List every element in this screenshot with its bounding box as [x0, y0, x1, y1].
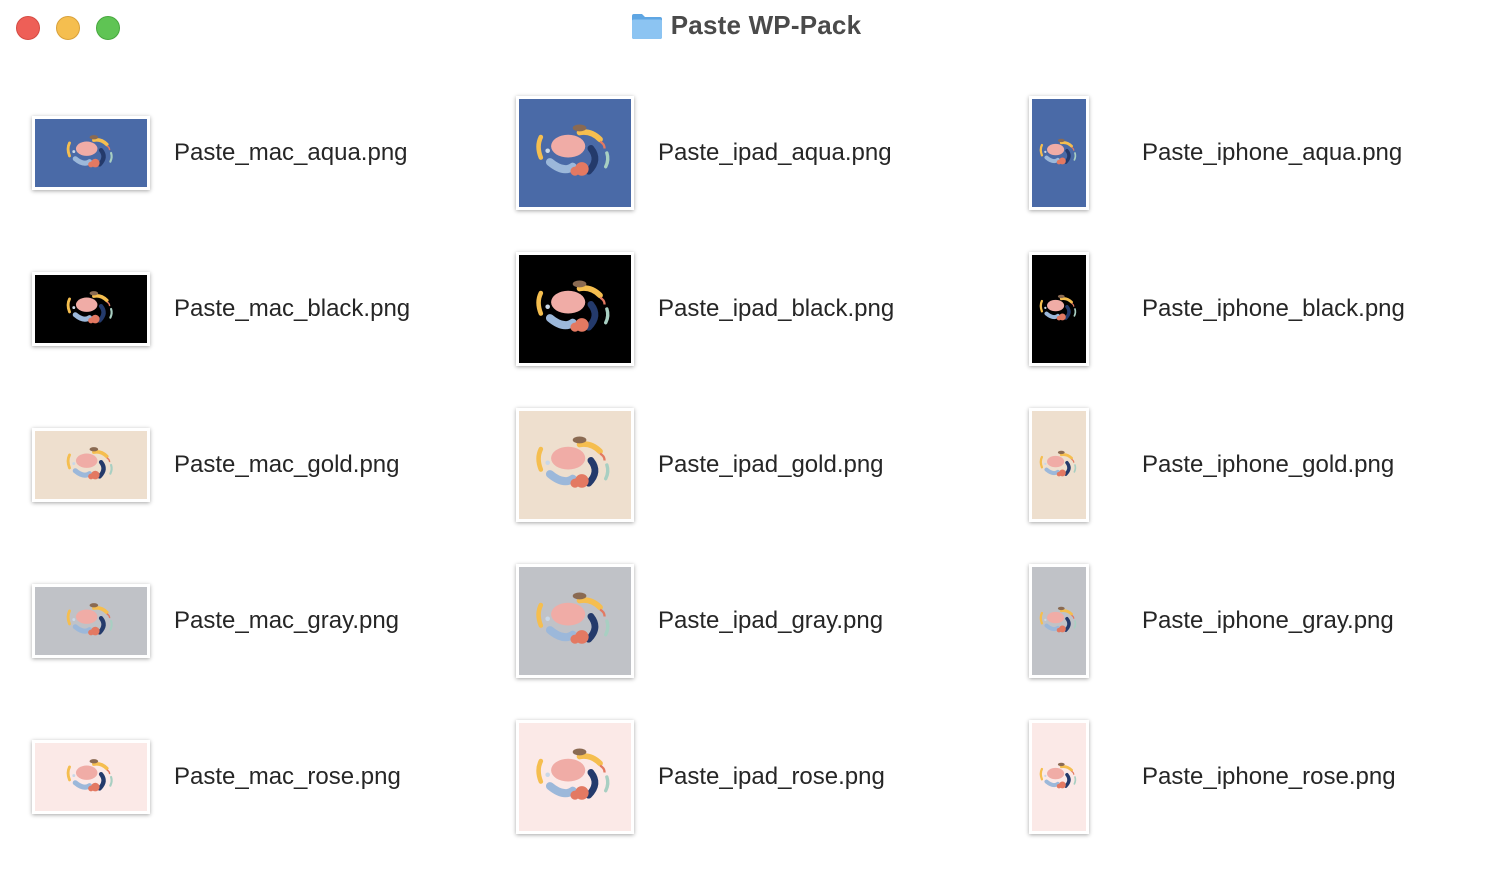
file-name[interactable]: Paste_mac_gray.png — [174, 607, 399, 635]
file-item[interactable]: Paste_mac_black.png — [32, 249, 474, 369]
file-thumbnail[interactable] — [32, 740, 150, 814]
file-thumbnail[interactable] — [1029, 564, 1089, 678]
file-thumbnail[interactable] — [1029, 252, 1089, 366]
file-name[interactable]: Paste_ipad_gray.png — [658, 607, 883, 635]
file-item[interactable]: Paste_ipad_gold.png — [516, 405, 958, 525]
file-thumbnail[interactable] — [1029, 720, 1089, 834]
file-item[interactable]: Paste_mac_aqua.png — [32, 93, 474, 213]
file-name[interactable]: Paste_iphone_gold.png — [1142, 451, 1394, 479]
file-thumbnail[interactable] — [1029, 408, 1089, 522]
file-name[interactable]: Paste_ipad_rose.png — [658, 763, 885, 791]
file-item[interactable]: Paste_iphone_aqua.png — [1029, 93, 1442, 213]
file-item[interactable]: Paste_ipad_black.png — [516, 249, 958, 369]
file-name[interactable]: Paste_mac_rose.png — [174, 763, 401, 791]
file-name[interactable]: Paste_ipad_gold.png — [658, 451, 884, 479]
file-thumbnail[interactable] — [32, 428, 150, 502]
file-name[interactable]: Paste_ipad_aqua.png — [658, 139, 892, 167]
file-item[interactable]: Paste_ipad_gray.png — [516, 561, 958, 681]
file-item[interactable]: Paste_ipad_rose.png — [516, 717, 958, 837]
file-thumbnail[interactable] — [32, 584, 150, 658]
file-item[interactable]: Paste_mac_gray.png — [32, 561, 474, 681]
file-name[interactable]: Paste_ipad_black.png — [658, 295, 894, 323]
file-thumbnail[interactable] — [516, 564, 634, 678]
file-thumbnail[interactable] — [516, 252, 634, 366]
file-thumbnail[interactable] — [516, 408, 634, 522]
file-name[interactable]: Paste_mac_aqua.png — [174, 139, 408, 167]
file-icon-grid: Paste_mac_aqua.png Paste_ipad_aqua.png P… — [0, 0, 1492, 878]
file-thumbnail[interactable] — [1029, 96, 1089, 210]
file-thumbnail[interactable] — [32, 116, 150, 190]
file-thumbnail[interactable] — [32, 272, 150, 346]
file-item[interactable]: Paste_iphone_gold.png — [1029, 405, 1442, 525]
file-item[interactable]: Paste_iphone_rose.png — [1029, 717, 1442, 837]
file-name[interactable]: Paste_mac_black.png — [174, 295, 410, 323]
file-name[interactable]: Paste_iphone_black.png — [1142, 295, 1405, 323]
file-thumbnail[interactable] — [516, 720, 634, 834]
file-name[interactable]: Paste_iphone_rose.png — [1142, 763, 1396, 791]
file-name[interactable]: Paste_iphone_gray.png — [1142, 607, 1394, 635]
file-name[interactable]: Paste_iphone_aqua.png — [1142, 139, 1402, 167]
file-item[interactable]: Paste_mac_gold.png — [32, 405, 474, 525]
file-name[interactable]: Paste_mac_gold.png — [174, 451, 400, 479]
file-item[interactable]: Paste_ipad_aqua.png — [516, 93, 958, 213]
file-item[interactable]: Paste_mac_rose.png — [32, 717, 474, 837]
file-item[interactable]: Paste_iphone_gray.png — [1029, 561, 1442, 681]
file-item[interactable]: Paste_iphone_black.png — [1029, 249, 1442, 369]
file-thumbnail[interactable] — [516, 96, 634, 210]
